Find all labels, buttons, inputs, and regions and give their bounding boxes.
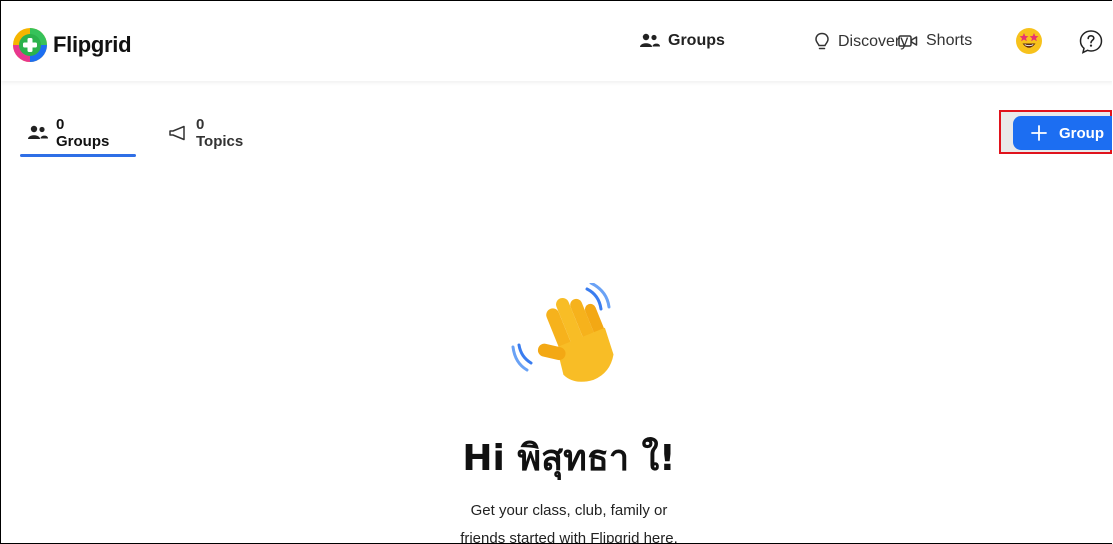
nav-groups-label: Groups xyxy=(668,32,725,49)
logo[interactable]: Flipgrid xyxy=(11,26,132,64)
plus-icon xyxy=(1031,125,1047,141)
tab-topics[interactable]: 0 Topics xyxy=(168,116,243,150)
megaphone-icon xyxy=(168,125,188,141)
star-struck-emoji-icon[interactable] xyxy=(1015,27,1043,55)
tab-groups-label: 0 Groups xyxy=(56,116,110,150)
add-group-highlight: Group xyxy=(999,110,1112,154)
empty-state-line-2: friends started with Flipgrid here. xyxy=(460,530,678,544)
video-camera-icon xyxy=(898,34,918,48)
empty-state-line-1: Get your class, club, family or xyxy=(470,502,668,519)
add-group-label: Group xyxy=(1059,124,1104,142)
add-group-button[interactable]: Group xyxy=(1013,116,1112,150)
top-navigation-bar: Flipgrid Groups Discovery Shorts xyxy=(1,1,1112,81)
waving-hand-icon xyxy=(501,281,631,393)
greeting-heading: Hi พิสุทธา ใ! xyxy=(462,438,676,479)
app-name: Flipgrid xyxy=(53,32,132,57)
people-icon xyxy=(28,125,48,141)
nav-shorts-label: Shorts xyxy=(926,32,973,49)
tab-topics-label: 0 Topics xyxy=(196,116,244,150)
app-window: Flipgrid Groups Discovery Shorts 0 Group… xyxy=(0,0,1112,544)
active-tab-indicator xyxy=(20,154,136,157)
people-icon xyxy=(640,33,660,49)
empty-state-description: Get your class, club, family or friends … xyxy=(301,497,837,544)
tab-groups[interactable]: 0 Groups xyxy=(28,116,109,150)
flipgrid-logo-icon xyxy=(11,26,49,64)
help-question-icon[interactable] xyxy=(1078,29,1104,55)
nav-groups[interactable]: Groups xyxy=(640,32,725,50)
nav-discovery[interactable]: Discovery xyxy=(814,32,908,52)
lightbulb-icon xyxy=(814,32,830,52)
nav-shorts[interactable]: Shorts xyxy=(898,32,972,50)
